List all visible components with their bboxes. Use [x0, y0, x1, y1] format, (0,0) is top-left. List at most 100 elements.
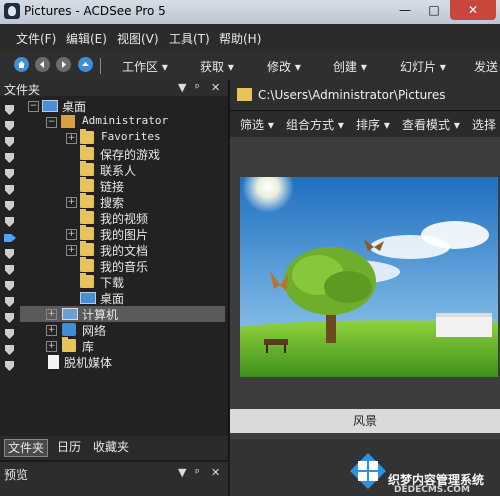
- expand-icon[interactable]: +: [66, 229, 77, 240]
- toolbar-divider: [100, 58, 101, 74]
- pin-icon[interactable]: [5, 201, 14, 211]
- panel-menu-icon[interactable]: ▼: [178, 466, 186, 479]
- home-icon[interactable]: [14, 57, 29, 72]
- send-menu[interactable]: 发送: [474, 58, 498, 75]
- folder-icon: [80, 241, 94, 256]
- workspace-menu[interactable]: 工作区 ▾: [122, 58, 168, 75]
- modify-menu[interactable]: 修改 ▾: [267, 58, 301, 75]
- window-title: Pictures - ACDSee Pro 5: [24, 4, 166, 18]
- create-menu[interactable]: 创建 ▾: [333, 58, 367, 75]
- forward-icon[interactable]: [56, 57, 71, 72]
- pin-icon[interactable]: [5, 169, 14, 179]
- back-icon[interactable]: [35, 57, 50, 72]
- tree-item-label: 脱机媒体: [64, 356, 113, 370]
- collapse-icon[interactable]: −: [46, 117, 57, 128]
- pin-icon[interactable]: [5, 217, 14, 227]
- tree-item-label: 保存的游戏: [100, 148, 161, 162]
- menu-file[interactable]: 文件(F): [16, 30, 56, 47]
- pin-icon[interactable]: [5, 297, 14, 307]
- expand-icon[interactable]: +: [66, 133, 77, 144]
- pin-icon[interactable]: [5, 361, 14, 371]
- pin-icon[interactable]: [5, 153, 14, 163]
- tab-folders[interactable]: 文件夹: [4, 439, 49, 457]
- tree-item-label: 下载: [100, 276, 125, 290]
- expand-icon[interactable]: +: [66, 197, 77, 208]
- expand-icon[interactable]: +: [66, 245, 77, 256]
- expand-icon[interactable]: +: [46, 309, 57, 320]
- tab-favorites[interactable]: 收藏夹: [90, 439, 132, 455]
- group-by-menu[interactable]: 组合方式 ▾: [286, 116, 344, 133]
- pin-icon[interactable]: [5, 265, 14, 275]
- close-panel-icon[interactable]: ✕: [211, 81, 220, 94]
- tree-item-label: 我的文档: [100, 244, 149, 258]
- pin-icon[interactable]: [5, 345, 14, 355]
- folder-icon: [80, 129, 94, 144]
- filter-menu[interactable]: 筛选 ▾: [240, 116, 274, 133]
- pin-icon[interactable]: [5, 281, 14, 291]
- file-browser: C:\Users\Administrator\Pictures 筛选 ▾ 组合方…: [230, 80, 500, 496]
- tree-item-label: 搜索: [100, 196, 125, 210]
- thumbnail-caption: 风景: [230, 409, 500, 433]
- pin-gutter: [0, 96, 20, 396]
- expand-icon[interactable]: +: [46, 341, 57, 352]
- watermark-url: DEDECMS.COM: [394, 485, 470, 495]
- close-button[interactable]: ✕: [450, 0, 496, 20]
- sort-menu[interactable]: 排序 ▾: [356, 116, 390, 133]
- pin-icon[interactable]: [5, 185, 14, 195]
- desktop-icon: [80, 292, 96, 304]
- watermark: 织梦内容管理系统 DEDECMS.COM: [348, 447, 498, 495]
- panel-tabs: 文件夹 日历 收藏夹: [0, 436, 228, 460]
- pin-icon[interactable]: [5, 249, 14, 259]
- folder-icon: [80, 145, 94, 160]
- up-level-icon[interactable]: [78, 57, 93, 72]
- expand-icon[interactable]: +: [46, 325, 57, 336]
- folder-icon: [80, 193, 94, 208]
- preview-panel-title: 预览: [4, 468, 29, 482]
- pin-panel-icon[interactable]: ᵖ: [195, 81, 200, 94]
- landscape-image: [240, 177, 498, 377]
- tree-item-label: 桌面: [62, 100, 87, 114]
- menu-tools[interactable]: 工具(T): [169, 30, 210, 47]
- menu-edit[interactable]: 编辑(E): [66, 30, 107, 47]
- tab-calendar[interactable]: 日历: [54, 439, 84, 455]
- panel-menu-icon[interactable]: ▼: [178, 81, 186, 94]
- pin-icon[interactable]: [5, 137, 14, 147]
- pin-icon[interactable]: [5, 105, 14, 115]
- library-icon: [62, 337, 76, 352]
- tree-item-label: 计算机: [82, 308, 119, 322]
- tree-item-label: 我的图片: [100, 228, 149, 242]
- close-panel-icon[interactable]: ✕: [211, 466, 220, 479]
- tree-item-label: 我的视频: [100, 212, 149, 226]
- acdsee-app-icon: [4, 3, 20, 19]
- tree-item-label: 网络: [82, 324, 107, 338]
- thumbnail-landscape[interactable]: [240, 177, 498, 377]
- tree-item-label: 链接: [100, 180, 125, 194]
- collapse-icon[interactable]: −: [28, 101, 39, 112]
- menu-view[interactable]: 视图(V): [117, 30, 159, 47]
- page-icon: [48, 355, 59, 369]
- maximize-button[interactable]: □: [421, 0, 447, 20]
- folder-icon: [80, 225, 94, 240]
- pin-icon[interactable]: [5, 313, 14, 323]
- preview-panel: 预览 ▼ ᵖ ✕: [0, 462, 228, 496]
- pin-icon[interactable]: [5, 121, 14, 131]
- tree-item-label: Administrator: [82, 114, 169, 127]
- folder-icon: [80, 161, 94, 176]
- slideshow-menu[interactable]: 幻灯片 ▾: [400, 58, 446, 75]
- computer-icon: [62, 308, 78, 320]
- active-pin-icon[interactable]: [4, 234, 16, 242]
- pin-icon[interactable]: [5, 329, 14, 339]
- menu-help[interactable]: 帮助(H): [219, 30, 261, 47]
- pin-panel-icon[interactable]: ᵖ: [195, 466, 200, 479]
- view-mode-menu[interactable]: 查看模式 ▾: [402, 116, 460, 133]
- folder-icon: [80, 273, 94, 288]
- tree-item-label: 桌面: [100, 292, 125, 306]
- main-toolbar: 工作区 ▾ 获取 ▾ 修改 ▾ 创建 ▾ 幻灯片 ▾ 发送: [0, 50, 500, 81]
- acquire-menu[interactable]: 获取 ▾: [200, 58, 234, 75]
- tree-item-label: 我的音乐: [100, 260, 149, 274]
- minimize-button[interactable]: —: [392, 0, 418, 20]
- thumbnail-area: 风景: [230, 137, 500, 439]
- tree-item-label: 联系人: [100, 164, 137, 178]
- folder-icon: [237, 88, 252, 101]
- current-path[interactable]: C:\Users\Administrator\Pictures: [258, 88, 445, 102]
